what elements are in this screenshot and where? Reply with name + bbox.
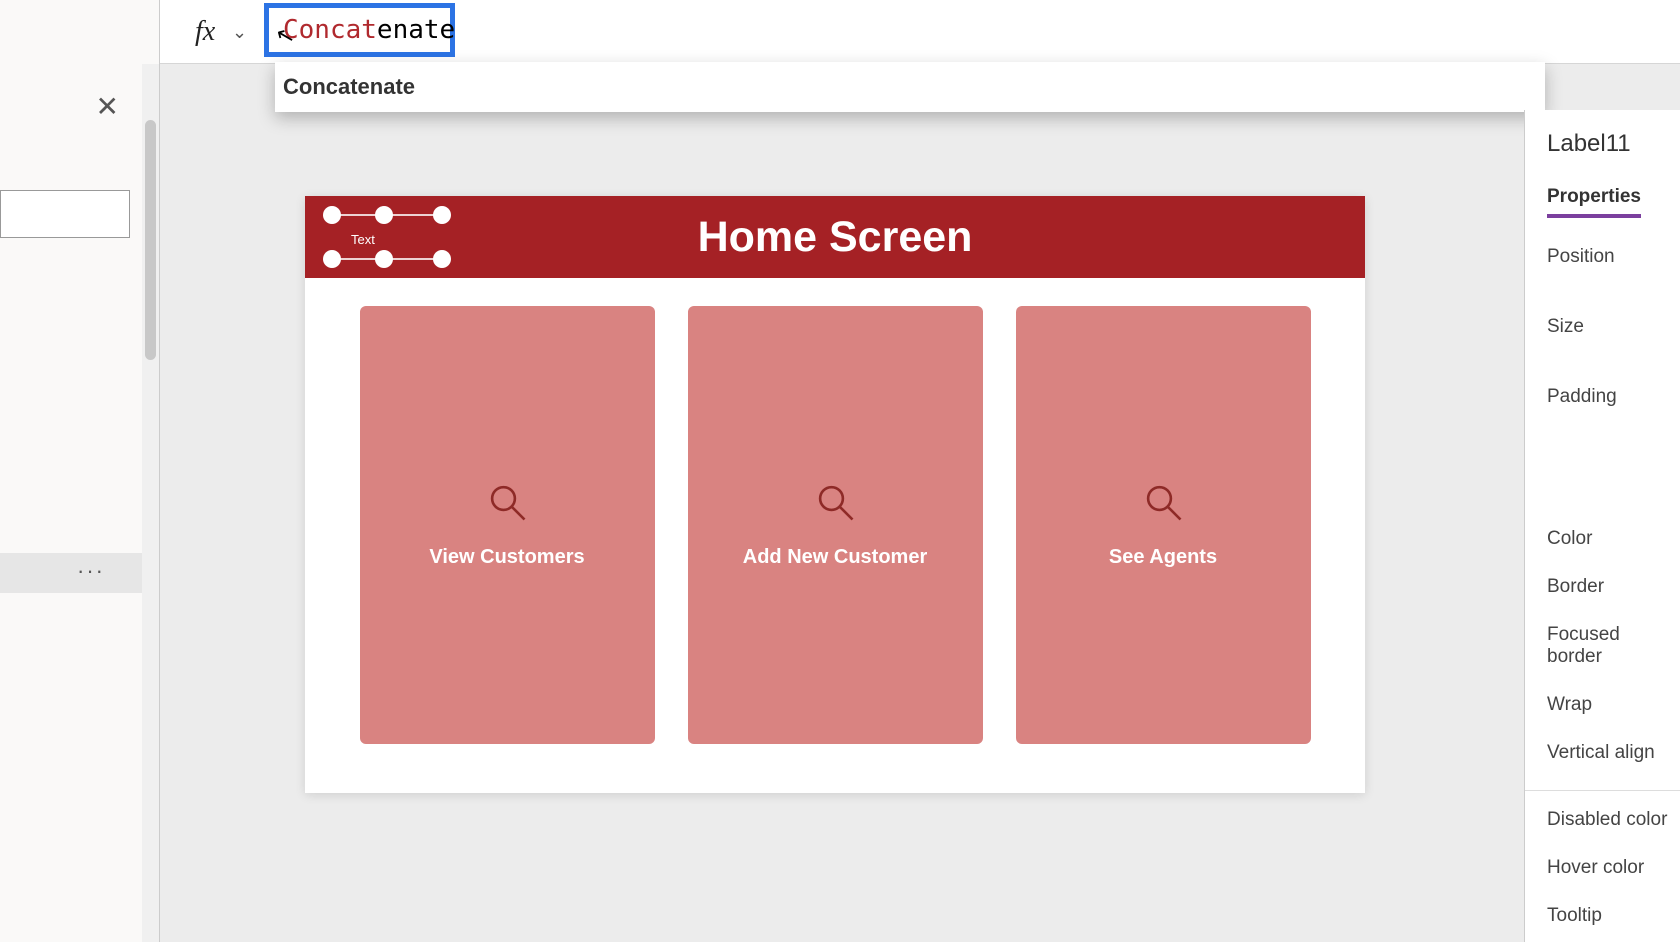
divider bbox=[1525, 790, 1680, 791]
app-canvas[interactable]: Text Home Screen View Customers Add New … bbox=[305, 196, 1365, 793]
prop-color[interactable]: Color bbox=[1547, 528, 1680, 550]
prop-vertical-align[interactable]: Vertical align bbox=[1547, 742, 1680, 764]
card-see-agents[interactable]: See Agents bbox=[1016, 306, 1311, 744]
tree-scrollbar-thumb[interactable] bbox=[145, 120, 156, 360]
formula-typed-suffix: enate bbox=[377, 15, 455, 45]
fx-label[interactable]: fx bbox=[195, 16, 215, 48]
search-icon bbox=[486, 481, 528, 528]
card-row: View Customers Add New Customer See Agen… bbox=[305, 306, 1365, 744]
tree-view-panel: ✕ ··· bbox=[0, 0, 160, 942]
chevron-down-icon[interactable]: ⌄ bbox=[232, 22, 247, 43]
prop-position[interactable]: Position bbox=[1547, 246, 1680, 268]
prop-disabled-color[interactable]: Disabled color bbox=[1547, 809, 1680, 831]
tree-search-input[interactable] bbox=[0, 190, 130, 238]
resize-handle[interactable] bbox=[375, 206, 393, 224]
resize-handle[interactable] bbox=[433, 250, 451, 268]
resize-handle[interactable] bbox=[323, 250, 341, 268]
resize-handle[interactable] bbox=[375, 250, 393, 268]
properties-panel: Label11 Properties Position Size Padding… bbox=[1524, 110, 1680, 942]
selection-handles[interactable]: Text bbox=[323, 206, 445, 266]
card-label: View Customers bbox=[429, 546, 584, 569]
close-icon[interactable]: ✕ bbox=[96, 90, 119, 123]
tree-scrollbar[interactable] bbox=[142, 64, 159, 942]
card-label: See Agents bbox=[1109, 546, 1217, 569]
formula-bar: ⌄ = fx ⌄ Concatenate ↖ bbox=[0, 0, 1680, 64]
prop-hover-color[interactable]: Hover color bbox=[1547, 857, 1680, 879]
intellisense-item[interactable]: Concatenate bbox=[283, 74, 415, 100]
control-name[interactable]: Label11 bbox=[1547, 130, 1680, 158]
resize-handle[interactable] bbox=[433, 206, 451, 224]
prop-wrap[interactable]: Wrap bbox=[1547, 694, 1680, 716]
app-title: Home Screen bbox=[698, 213, 973, 262]
prop-size[interactable]: Size bbox=[1547, 316, 1680, 338]
formula-typed-prefix: Concat bbox=[283, 15, 377, 45]
card-view-customers[interactable]: View Customers bbox=[360, 306, 655, 744]
prop-focused-border[interactable]: Focused border bbox=[1547, 624, 1680, 668]
selected-label-text: Text bbox=[351, 232, 375, 247]
prop-padding[interactable]: Padding bbox=[1547, 386, 1680, 408]
search-icon bbox=[1142, 481, 1184, 528]
search-icon bbox=[814, 481, 856, 528]
card-label: Add New Customer bbox=[743, 546, 927, 569]
prop-tooltip[interactable]: Tooltip bbox=[1547, 905, 1680, 927]
resize-handle[interactable] bbox=[323, 206, 341, 224]
card-add-customer[interactable]: Add New Customer bbox=[688, 306, 983, 744]
tree-selected-item[interactable] bbox=[0, 553, 143, 593]
formula-input[interactable]: Concatenate bbox=[264, 3, 455, 57]
tab-properties[interactable]: Properties bbox=[1547, 186, 1641, 218]
prop-border[interactable]: Border bbox=[1547, 576, 1680, 598]
app-header: Text Home Screen bbox=[305, 196, 1365, 278]
intellisense-popup: Concatenate bbox=[275, 62, 1545, 112]
tree-item-more-icon[interactable]: ··· bbox=[77, 558, 105, 584]
